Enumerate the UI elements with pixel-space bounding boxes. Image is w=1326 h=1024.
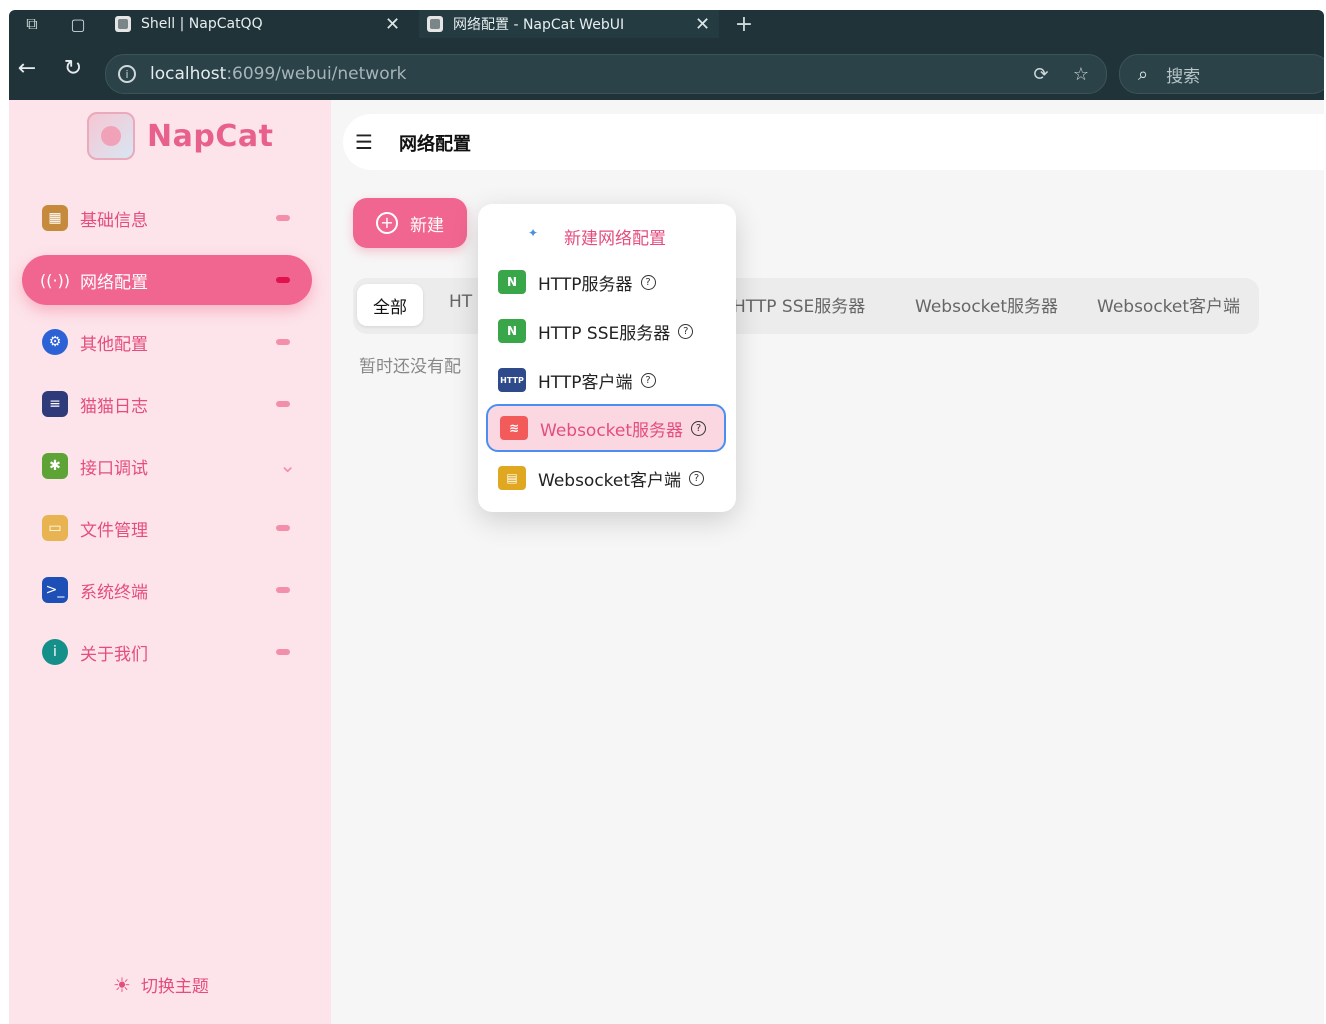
site-info-icon[interactable]: i xyxy=(118,65,136,83)
n-badge-icon: N xyxy=(498,270,526,294)
help-icon[interactable]: ? xyxy=(689,470,705,486)
http-monitor-icon: HTTP xyxy=(498,368,526,392)
tab-title: Shell | NapCatQQ xyxy=(141,16,263,32)
gear-icon: ⚙ xyxy=(42,329,68,355)
dash-indicator-icon xyxy=(276,277,290,283)
close-tab-icon[interactable]: ✕ xyxy=(385,14,400,35)
sidebar-item-dashboard[interactable]: ▦ 基础信息 xyxy=(22,193,312,243)
dash-indicator-icon xyxy=(276,339,290,345)
sidebar-item-other-settings[interactable]: ⚙ 其他配置 xyxy=(22,317,312,367)
search-icon: ⌕ xyxy=(1138,63,1149,85)
new-button-label: 新建 xyxy=(410,215,444,236)
tab-title: 网络配置 - NapCat WebUI xyxy=(453,17,625,33)
napcat-favicon-icon xyxy=(115,16,131,32)
tab-http[interactable]: HT xyxy=(449,292,472,312)
tab-websocket-client[interactable]: Websocket客户端 xyxy=(1097,292,1240,317)
dash-indicator-icon xyxy=(276,587,290,593)
help-icon[interactable]: ? xyxy=(640,372,656,388)
sidebar-item-network[interactable]: ((·)) 网络配置 xyxy=(22,255,312,305)
n-badge-icon: N xyxy=(498,319,526,343)
logo-text: NapCat xyxy=(147,118,274,154)
ws-server-icon: ≋ xyxy=(500,416,528,440)
sidebar-item-files[interactable]: ▭ 文件管理 xyxy=(22,503,312,553)
tab-network[interactable]: 网络配置 - NapCat WebUI ✕ xyxy=(419,10,719,38)
dropdown-header: 新建网络配置 xyxy=(564,229,666,249)
page-title: 网络配置 xyxy=(399,134,471,155)
sidebar-item-label: 接口调试 xyxy=(80,458,148,479)
tab-all[interactable]: 全部 xyxy=(357,284,423,326)
sun-icon: ☀ xyxy=(113,972,131,997)
menu-item-websocket-server[interactable]: ≋ Websocket服务器 ? xyxy=(486,404,726,452)
favorite-star-icon[interactable]: ☆ xyxy=(1070,63,1092,85)
new-config-dropdown: ✦ 新建网络配置 N HTTP服务器 ? N HTTP SSE服务器 ? HTT… xyxy=(478,204,736,512)
url-field[interactable]: i localhost:6099/webui/network ⟳ ☆ xyxy=(105,54,1107,94)
address-bar: ← ↻ i localhost:6099/webui/network ⟳ ☆ ⌕… xyxy=(9,38,1324,100)
antenna-icon: ((·)) xyxy=(39,270,71,290)
page-header: ☰ 网络配置 xyxy=(343,114,1324,170)
chevron-down-icon[interactable]: ⌄ xyxy=(279,453,296,477)
back-icon[interactable]: ← xyxy=(13,54,41,82)
menu-item-label: HTTP SSE服务器 xyxy=(538,323,671,344)
menu-item-http-server[interactable]: N HTTP服务器 ? xyxy=(486,258,726,306)
sidebar-item-label: 网络配置 xyxy=(80,272,148,293)
bug-icon: ✱ xyxy=(42,453,68,479)
sidebar-item-label: 猫猫日志 xyxy=(80,396,148,417)
dash-indicator-icon xyxy=(276,525,290,531)
log-icon: ≡ xyxy=(42,391,68,417)
sidebar-item-label: 关于我们 xyxy=(80,644,148,665)
plus-circle-icon: + xyxy=(376,212,398,234)
url-text: localhost:6099/webui/network xyxy=(150,64,407,84)
sidebar-item-terminal[interactable]: >_ 系统终端 xyxy=(22,565,312,615)
tab-websocket-server[interactable]: Websocket服务器 xyxy=(915,292,1058,317)
napcat-avatar xyxy=(87,112,135,160)
menu-item-label: HTTP客户端 xyxy=(538,372,633,393)
tab-http-sse-server[interactable]: HTTP SSE服务器 xyxy=(733,292,865,317)
sidebar-item-about[interactable]: i 关于我们 xyxy=(22,627,312,677)
app-root: NapCat ▦ 基础信息 ((·)) 网络配置 ⚙ 其他配置 ≡ 猫猫日志 ✱… xyxy=(9,100,1324,1024)
ws-client-icon: ▤ xyxy=(498,466,526,490)
menu-item-websocket-client[interactable]: ▤ Websocket客户端 ? xyxy=(486,454,726,502)
tab-bar: ⧉ ▢ Shell | NapCatQQ ✕ 网络配置 - NapCat Web… xyxy=(9,10,1324,38)
sidebar-item-label: 文件管理 xyxy=(80,520,148,541)
help-icon[interactable]: ? xyxy=(678,323,694,339)
menu-item-label: HTTP服务器 xyxy=(538,274,633,295)
menu-item-http-sse-server[interactable]: N HTTP SSE服务器 ? xyxy=(486,307,726,355)
napcat-favicon-icon xyxy=(427,16,443,32)
sidebar-item-logs[interactable]: ≡ 猫猫日志 xyxy=(22,379,312,429)
search-placeholder: 搜索 xyxy=(1166,66,1201,87)
menu-item-label: Websocket服务器 xyxy=(540,420,684,441)
tab-actions-icon[interactable]: ▢ xyxy=(67,13,89,35)
collapse-menu-icon[interactable]: ☰ xyxy=(355,130,373,154)
sidebar-item-api-debug[interactable]: ✱ 接口调试 ⌄ xyxy=(22,441,312,491)
folder-icon: ▭ xyxy=(42,515,68,541)
new-tab-icon[interactable]: + xyxy=(733,12,755,37)
sidebar-item-label: 其他配置 xyxy=(80,334,148,355)
help-icon[interactable]: ? xyxy=(640,274,656,290)
sidebar-item-label: 基础信息 xyxy=(80,210,148,231)
terminal-icon: >_ xyxy=(42,577,68,603)
close-tab-icon[interactable]: ✕ xyxy=(695,14,710,35)
edge-sync-icon[interactable]: ⟳ xyxy=(1030,63,1052,85)
tab-shell[interactable]: Shell | NapCatQQ ✕ xyxy=(115,10,411,38)
sparkle-icon: ✦ xyxy=(528,226,539,240)
info-icon: i xyxy=(42,639,68,665)
sidebar-item-label: 系统终端 xyxy=(80,582,148,603)
browser-window: ⧉ ▢ Shell | NapCatQQ ✕ 网络配置 - NapCat Web… xyxy=(9,10,1324,1024)
help-icon[interactable]: ? xyxy=(691,420,707,436)
theme-toggle-label: 切换主题 xyxy=(140,977,209,997)
workspaces-icon[interactable]: ⧉ xyxy=(21,13,43,35)
logo[interactable]: NapCat xyxy=(87,112,273,160)
dash-indicator-icon xyxy=(276,215,290,221)
dash-indicator-icon xyxy=(276,649,290,655)
new-config-button[interactable]: + 新建 xyxy=(353,198,467,248)
dash-indicator-icon xyxy=(276,401,290,407)
refresh-icon[interactable]: ↻ xyxy=(59,54,87,82)
menu-item-label: Websocket客户端 xyxy=(538,470,682,491)
search-input[interactable]: ⌕ 搜索 xyxy=(1119,54,1324,94)
dashboard-icon: ▦ xyxy=(42,205,68,231)
empty-state-text: 暂时还没有配 xyxy=(359,357,461,377)
theme-toggle-button[interactable]: ☀ 切换主题 xyxy=(113,972,209,998)
menu-item-http-client[interactable]: HTTP HTTP客户端 ? xyxy=(486,356,726,404)
sidebar: NapCat ▦ 基础信息 ((·)) 网络配置 ⚙ 其他配置 ≡ 猫猫日志 ✱… xyxy=(9,100,331,1024)
